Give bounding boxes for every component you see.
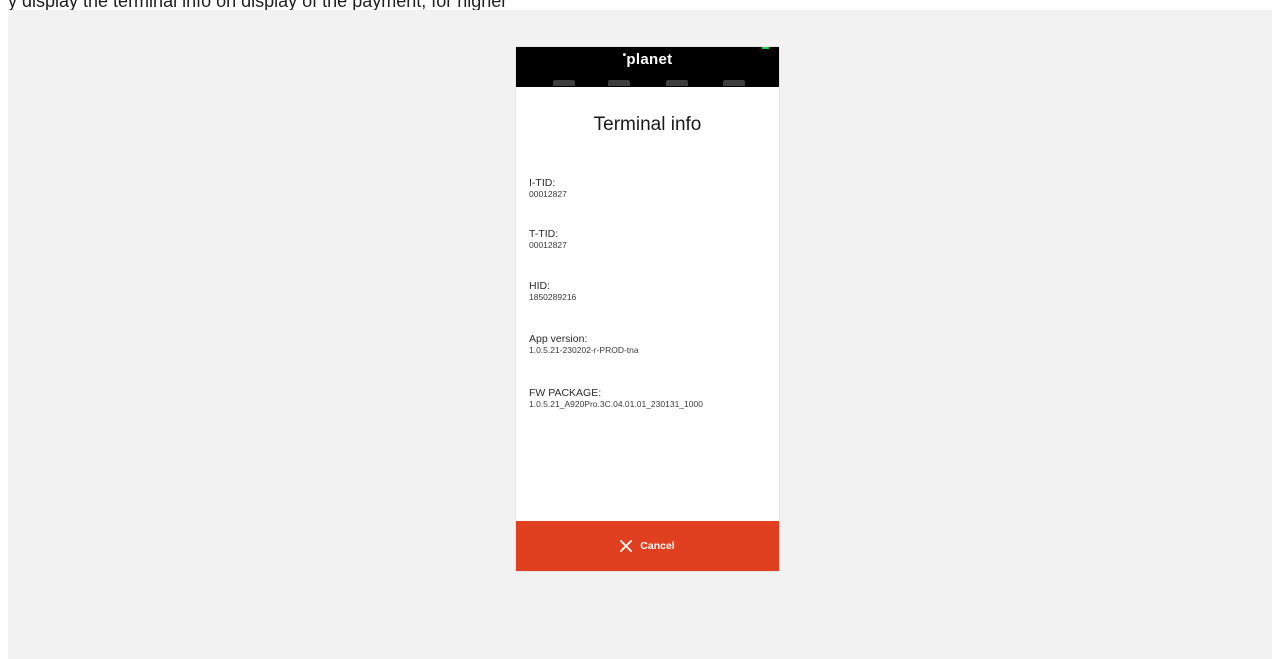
screen-title: Terminal info xyxy=(593,114,702,135)
softkey-3[interactable] xyxy=(666,80,688,86)
info-field-t-tid: T-TID: 00012827 xyxy=(529,228,769,251)
cancel-button-label: Cancel xyxy=(640,540,675,552)
info-value: 00012827 xyxy=(529,189,567,199)
info-value: 1.0.5.21_A920Pro.3C.04.01.01_230131_1000 xyxy=(529,399,703,409)
info-value: 00012827 xyxy=(529,240,567,250)
softkey-1[interactable] xyxy=(553,80,575,86)
brand-logo: •planet xyxy=(516,50,779,68)
device-header: •planet xyxy=(516,47,779,87)
info-label: I-TID: xyxy=(529,177,556,189)
cropped-caption-strip: y display the terminal info on display o… xyxy=(0,0,1280,10)
info-label: App version: xyxy=(529,333,588,345)
info-label: HID: xyxy=(529,280,550,292)
softkey-2[interactable] xyxy=(608,80,630,86)
info-field-app-version: App version: 1.0.5.21-230202-r-PROD-tna xyxy=(529,333,769,356)
info-field-i-tid: I-TID: 00012827 xyxy=(529,177,769,200)
info-field-fw-package: FW PACKAGE: 1.0.5.21_A920Pro.3C.04.01.01… xyxy=(529,387,769,410)
info-label: T-TID: xyxy=(529,228,559,240)
payment-terminal-screen: •planet Terminal info I-TID: 00012827 T-… xyxy=(516,47,779,571)
info-value: 1850289216 xyxy=(529,292,577,302)
cropped-caption-text: y display the terminal info on display o… xyxy=(8,0,508,10)
close-icon xyxy=(620,540,633,552)
info-field-hid: HID: 1850289216 xyxy=(529,280,769,303)
cancel-button[interactable]: Cancel xyxy=(516,521,779,571)
brand-logo-text: planet xyxy=(626,51,673,68)
status-led-indicator xyxy=(762,47,769,49)
softkey-4[interactable] xyxy=(723,80,745,86)
info-label: FW PACKAGE: xyxy=(529,387,602,399)
hardware-softkeys xyxy=(516,80,779,87)
info-value: 1.0.5.21-230202-r-PROD-tna xyxy=(529,345,639,355)
brand-logo-dot: • xyxy=(622,50,627,61)
